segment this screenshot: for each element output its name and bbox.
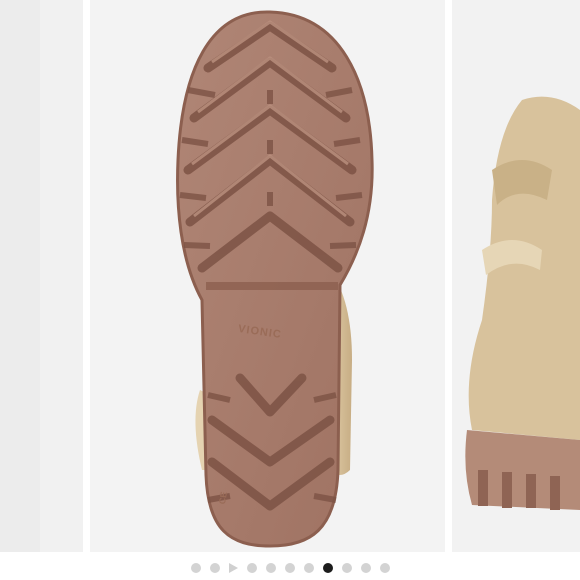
carousel-dot-2[interactable] xyxy=(209,563,220,573)
shoe-sole-image: VIONIC CE xyxy=(90,0,445,552)
carousel-dot-8-active[interactable] xyxy=(322,563,333,573)
previous-slide[interactable] xyxy=(0,0,83,552)
carousel-dot-5[interactable] xyxy=(265,563,276,573)
carousel-pagination xyxy=(0,558,580,578)
carousel-dot-10[interactable] xyxy=(360,563,371,573)
carousel-dot-7[interactable] xyxy=(303,563,314,573)
ce-mark: CE xyxy=(217,491,229,505)
carousel-dot-6[interactable] xyxy=(284,563,295,573)
carousel-dot-1[interactable] xyxy=(190,563,201,573)
carousel-dot-4[interactable] xyxy=(246,563,257,573)
next-slide-image xyxy=(452,0,580,552)
next-slide[interactable] xyxy=(452,0,580,552)
current-slide[interactable]: VIONIC CE xyxy=(90,0,445,552)
previous-slide-image xyxy=(0,0,83,552)
play-icon[interactable] xyxy=(228,563,238,573)
carousel-dot-9[interactable] xyxy=(341,563,352,573)
carousel-dot-11[interactable] xyxy=(379,563,390,573)
image-carousel[interactable]: VIONIC CE xyxy=(0,0,580,580)
